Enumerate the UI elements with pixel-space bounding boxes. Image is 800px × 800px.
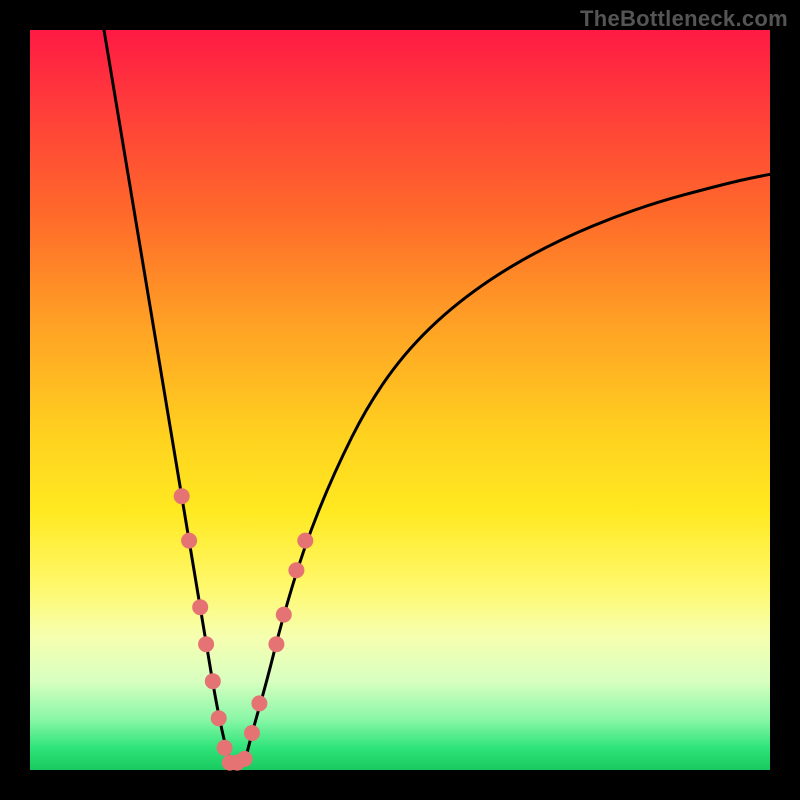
data-marker xyxy=(276,607,292,623)
data-marker xyxy=(237,751,253,767)
data-marker xyxy=(217,740,233,756)
data-marker xyxy=(192,599,208,615)
data-marker xyxy=(244,725,260,741)
data-marker xyxy=(181,533,197,549)
data-marker xyxy=(205,673,221,689)
curve-left-branch xyxy=(104,30,230,763)
curve-svg xyxy=(30,30,770,770)
watermark-text: TheBottleneck.com xyxy=(580,6,788,32)
curve-right-branch xyxy=(245,174,770,762)
data-marker xyxy=(288,562,304,578)
data-marker xyxy=(174,488,190,504)
data-marker xyxy=(211,710,227,726)
chart-frame: TheBottleneck.com xyxy=(0,0,800,800)
curve-group xyxy=(104,30,770,766)
data-marker xyxy=(268,636,284,652)
data-marker xyxy=(198,636,214,652)
marker-group xyxy=(174,488,314,770)
data-marker xyxy=(297,533,313,549)
data-marker xyxy=(251,695,267,711)
plot-area xyxy=(30,30,770,770)
